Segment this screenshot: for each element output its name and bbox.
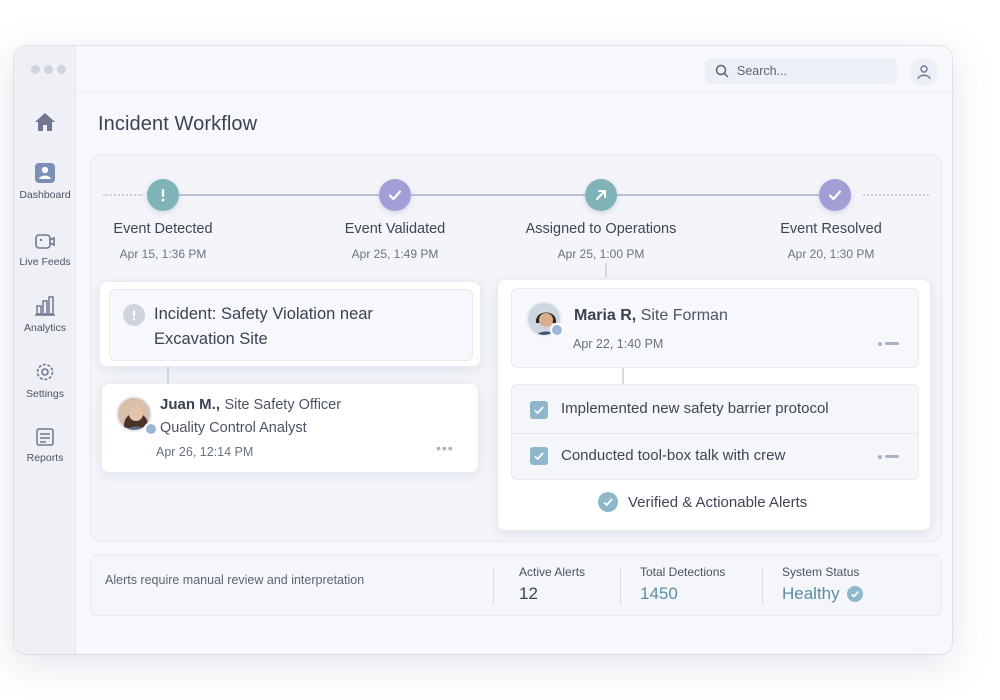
step-title: Event Resolved <box>780 221 882 237</box>
sidebar-item-settings[interactable]: Settings <box>14 361 76 400</box>
divider <box>493 567 494 605</box>
connector-line <box>167 367 169 383</box>
person-name: Juan M., <box>160 396 221 413</box>
step-title: Event Detected <box>113 221 213 237</box>
step-date: Apr 15, 1:36 PM <box>119 247 207 261</box>
step-detected-marker[interactable] <box>147 179 179 211</box>
step-title: Event Validated <box>344 221 446 237</box>
status-footer: Alerts require manual review and interpr… <box>90 554 942 616</box>
reports-icon <box>36 428 54 446</box>
search-input[interactable]: Search... <box>705 58 897 84</box>
task-checkbox[interactable] <box>530 401 548 419</box>
alert-icon <box>123 304 145 326</box>
home-icon <box>35 113 55 131</box>
sidebar-item-label: Analytics <box>23 322 66 334</box>
task-label: Conducted tool-box talk with crew <box>561 447 786 464</box>
person-role: Site Safety Officer <box>224 397 342 413</box>
timestamp: Apr 22, 1:40 PM <box>573 337 664 351</box>
step-validated-marker[interactable] <box>379 179 411 211</box>
step-assigned-marker[interactable] <box>585 179 617 211</box>
sidebar-item-reports[interactable]: Reports <box>14 427 76 464</box>
analytics-icon <box>35 296 55 316</box>
stat-label: Active Alerts <box>519 565 586 579</box>
stat-value: Healthy <box>782 584 840 603</box>
incident-card[interactable]: Incident: Safety Violation near Excavati… <box>99 281 481 367</box>
stat-label: System Status <box>782 565 860 579</box>
verified-alerts: Verified & Actionable Alerts <box>598 492 807 512</box>
incident-inner: Incident: Safety Violation near Excavati… <box>109 289 473 361</box>
stat-value: 1450 <box>640 584 678 603</box>
camera-icon <box>35 234 55 249</box>
more-options-icon[interactable] <box>878 342 882 346</box>
system-status: Healthy <box>782 584 863 604</box>
gear-icon <box>36 363 54 381</box>
check-icon <box>828 190 842 201</box>
person-secondary-role: Quality Control Analyst <box>160 420 307 436</box>
timeline-connector <box>411 194 585 196</box>
divider <box>762 567 763 605</box>
top-bar: Search... <box>76 46 952 92</box>
footer-note: Alerts require manual review and interpr… <box>105 573 365 587</box>
person-role: Site Forman <box>640 307 728 324</box>
connector-line <box>605 263 607 277</box>
sidebar-item-dashboard[interactable]: Dashboard <box>14 154 76 212</box>
timeline-connector <box>179 194 379 196</box>
search-placeholder: Search... <box>737 64 788 78</box>
window-controls <box>31 65 66 74</box>
timeline-connector <box>617 194 833 196</box>
foreman-info: Maria R, Site Forman <box>574 307 728 325</box>
arrow-icon <box>596 190 606 200</box>
step-title: Assigned to Operations <box>525 221 677 237</box>
timeline-dash-right <box>863 194 929 196</box>
stat-label: Total Detections <box>640 565 726 579</box>
page-title: Incident Workflow <box>98 113 258 135</box>
dashboard-icon <box>35 163 55 183</box>
stat-value: 12 <box>519 584 538 603</box>
sidebar-item-label: Settings <box>26 388 64 400</box>
task-label: Implemented new safety barrier protocol <box>561 400 829 417</box>
timeline-dash-left <box>103 194 143 196</box>
officer-info: Juan M., Site Safety Officer <box>160 396 341 414</box>
user-avatar-button[interactable] <box>910 58 938 86</box>
check-circle-icon <box>598 492 618 512</box>
person-name: Maria R, <box>574 307 637 324</box>
app-window: Dashboard Live Feeds Analytics Settings … <box>14 46 952 654</box>
task-list: Implemented new safety barrier protocol … <box>511 384 919 480</box>
assignment-card: Maria R, Site Forman Apr 22, 1:40 PM Imp… <box>497 279 931 531</box>
more-options-icon[interactable]: ••• <box>436 440 454 456</box>
officer-card[interactable]: Juan M., Site Safety Officer Quality Con… <box>101 383 479 473</box>
check-circle-icon <box>846 586 863 602</box>
incident-title-line: Incident: Safety Violation near <box>154 305 373 323</box>
step-date: Apr 25, 1:49 PM <box>351 247 439 261</box>
step-resolved-marker[interactable] <box>819 179 851 211</box>
more-options-bar <box>885 342 899 345</box>
more-options-bar <box>885 455 899 458</box>
verified-badge-icon <box>144 422 158 436</box>
step-date: Apr 25, 1:00 PM <box>557 247 645 261</box>
task-checkbox[interactable] <box>530 447 548 465</box>
verified-label: Verified & Actionable Alerts <box>628 493 808 511</box>
incident-title: Incident: Safety Violation near Excavati… <box>154 302 373 352</box>
check-icon <box>388 190 402 201</box>
sidebar-item-home[interactable] <box>14 112 76 137</box>
verified-badge-icon <box>550 323 564 337</box>
user-icon <box>917 65 931 80</box>
more-options-icon[interactable] <box>878 455 882 459</box>
sidebar-item-analytics[interactable]: Analytics <box>14 295 76 334</box>
foreman-card[interactable]: Maria R, Site Forman Apr 22, 1:40 PM <box>511 288 919 368</box>
timestamp: Apr 26, 12:14 PM <box>156 445 254 459</box>
step-date: Apr 20, 1:30 PM <box>787 247 875 261</box>
search-icon <box>715 64 729 78</box>
workflow-panel: Event Detected Apr 15, 1:36 PM Event Val… <box>90 154 942 542</box>
sidebar-item-label: Reports <box>26 452 64 464</box>
divider <box>620 567 621 605</box>
sidebar: Dashboard Live Feeds Analytics Settings … <box>14 46 76 654</box>
incident-title-line: Excavation Site <box>154 330 268 348</box>
exclamation-icon <box>161 189 165 202</box>
divider <box>512 433 918 434</box>
sidebar-item-label: Dashboard <box>19 189 71 201</box>
